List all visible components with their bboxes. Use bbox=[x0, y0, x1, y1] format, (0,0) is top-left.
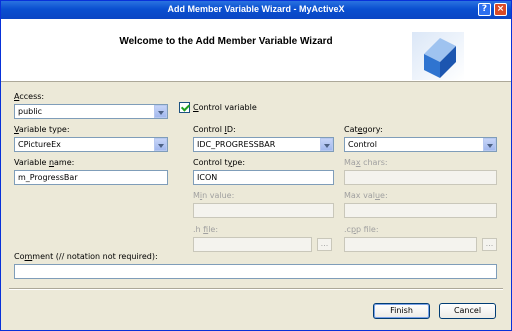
access-dropdown[interactable]: public bbox=[14, 104, 168, 119]
access-label: Access: bbox=[14, 92, 45, 101]
chevron-down-icon[interactable] bbox=[154, 105, 167, 118]
control-variable-label[interactable]: Control variable bbox=[193, 103, 257, 112]
chevron-down-icon[interactable] bbox=[320, 138, 333, 151]
control-id-label: Control ID: bbox=[193, 125, 236, 134]
control-type-input[interactable]: ICON bbox=[193, 170, 334, 185]
separator bbox=[9, 288, 503, 290]
control-id-value: IDC_PROGRESSBAR bbox=[197, 140, 276, 149]
chevron-down-icon[interactable] bbox=[483, 138, 496, 151]
comment-input[interactable] bbox=[14, 264, 497, 279]
page-title: Welcome to the Add Member Variable Wizar… bbox=[119, 36, 333, 47]
max-chars-input[interactable] bbox=[344, 170, 497, 185]
control-type-label: Control type: bbox=[193, 158, 246, 167]
max-value-input[interactable] bbox=[344, 203, 497, 218]
variable-name-label: Variable name: bbox=[14, 158, 75, 167]
cpp-file-browse-button[interactable]: ... bbox=[482, 238, 497, 251]
close-button[interactable]: × bbox=[494, 3, 507, 16]
chevron-down-icon[interactable] bbox=[154, 138, 167, 151]
finish-button[interactable]: Finish bbox=[373, 303, 430, 319]
variable-type-label: Variable type: bbox=[14, 125, 70, 134]
variable-name-input[interactable]: m_ProgressBar bbox=[14, 170, 168, 185]
variable-type-value: CPictureEx bbox=[18, 140, 61, 149]
category-dropdown[interactable]: Control bbox=[344, 137, 497, 152]
blue-cube-icon bbox=[412, 32, 464, 80]
cpp-file-input[interactable] bbox=[344, 237, 477, 252]
cancel-button[interactable]: Cancel bbox=[439, 303, 496, 319]
comment-label: Comment (// notation not required): bbox=[14, 252, 158, 261]
access-value: public bbox=[18, 107, 43, 116]
min-value-label: Min value: bbox=[193, 191, 235, 200]
variable-type-dropdown[interactable]: CPictureEx bbox=[14, 137, 168, 152]
help-button[interactable]: ? bbox=[478, 3, 491, 16]
wizard-window: Add Member Variable Wizard - MyActiveX ?… bbox=[0, 0, 512, 331]
control-variable-checkbox[interactable] bbox=[179, 102, 190, 113]
cpp-file-label: .cpp file: bbox=[344, 225, 379, 234]
category-label: Category: bbox=[344, 125, 383, 134]
h-file-browse-button[interactable]: ... bbox=[317, 238, 332, 251]
min-value-input[interactable] bbox=[193, 203, 334, 218]
h-file-label: .h file: bbox=[193, 225, 219, 234]
title-bar[interactable]: Add Member Variable Wizard - MyActiveX ?… bbox=[1, 1, 511, 19]
control-id-dropdown[interactable]: IDC_PROGRESSBAR bbox=[193, 137, 334, 152]
max-chars-label: Max chars: bbox=[344, 158, 388, 167]
category-value: Control bbox=[348, 140, 377, 149]
window-title: Add Member Variable Wizard - MyActiveX bbox=[167, 4, 345, 14]
max-value-label: Max value: bbox=[344, 191, 388, 200]
wizard-header: Welcome to the Add Member Variable Wizar… bbox=[1, 19, 511, 82]
h-file-input[interactable] bbox=[193, 237, 312, 252]
